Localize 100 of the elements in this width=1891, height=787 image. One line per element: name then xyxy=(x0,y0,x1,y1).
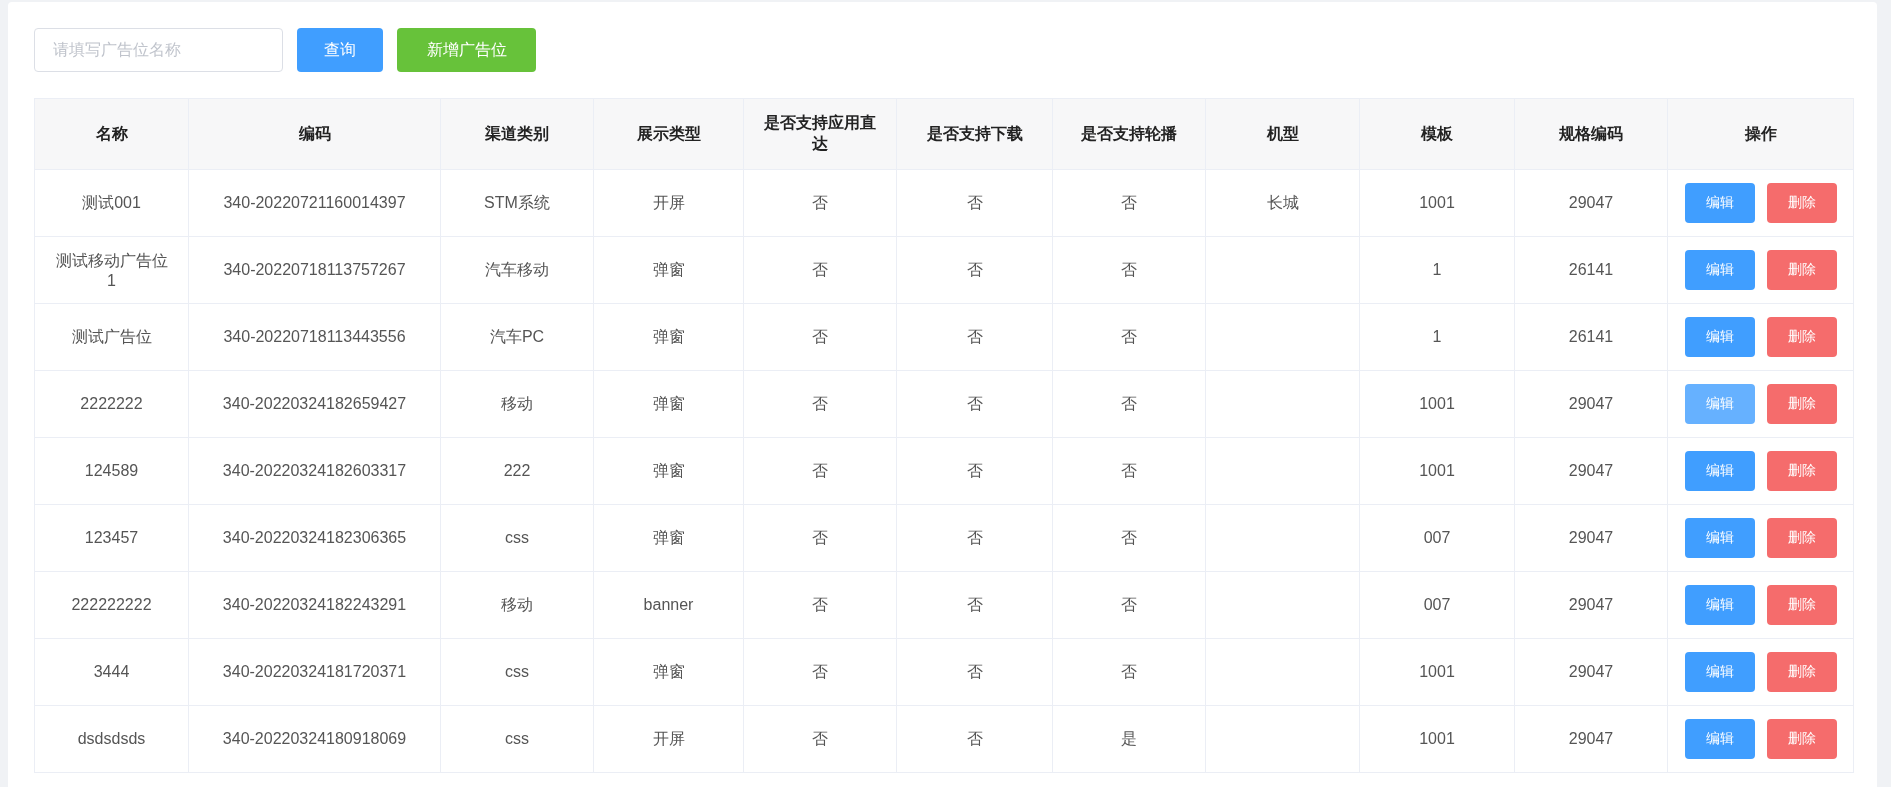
table-cell: 汽车移动 xyxy=(440,236,594,304)
edit-button[interactable]: 编辑 xyxy=(1684,451,1755,491)
delete-button[interactable]: 删除 xyxy=(1766,652,1837,692)
column-header: 渠道类别 xyxy=(440,98,594,170)
table-cell: 340-20220324182659427 xyxy=(188,370,441,438)
table-cell: STM系统 xyxy=(440,169,594,237)
table-cell: 29047 xyxy=(1514,705,1668,773)
table-cell: 007 xyxy=(1359,504,1515,572)
delete-button[interactable]: 删除 xyxy=(1766,451,1837,491)
column-header: 是否支持应用直达 xyxy=(743,98,897,170)
table-cell: 弹窗 xyxy=(593,437,744,505)
edit-button[interactable]: 编辑 xyxy=(1684,518,1755,558)
column-header: 编码 xyxy=(188,98,441,170)
table-cell: 29047 xyxy=(1514,504,1668,572)
table-cell: 开屏 xyxy=(593,169,744,237)
table-cell: 1 xyxy=(1359,236,1515,304)
delete-button[interactable]: 删除 xyxy=(1766,250,1837,290)
edit-button[interactable]: 编辑 xyxy=(1684,585,1755,625)
delete-button[interactable]: 删除 xyxy=(1766,317,1837,357)
search-field[interactable]: 请填写广告位名称 xyxy=(34,28,283,72)
table-cell: 123457 xyxy=(34,504,189,572)
edit-button[interactable]: 编辑 xyxy=(1684,652,1755,692)
column-header: 规格编码 xyxy=(1514,98,1668,170)
table-cell: 124589 xyxy=(34,437,189,505)
table-cell: 340-20220718113757267 xyxy=(188,236,441,304)
table-cell: 否 xyxy=(896,705,1053,773)
table-cell: 否 xyxy=(743,236,897,304)
add-button[interactable]: 新增广告位 xyxy=(397,28,536,72)
table-cell: 340-20220324181720371 xyxy=(188,638,441,706)
table-cell: 3444 xyxy=(34,638,189,706)
table-cell: 否 xyxy=(743,303,897,371)
table-cell: 否 xyxy=(743,638,897,706)
table-cell: dsdsdsds xyxy=(34,705,189,773)
table-cell: 否 xyxy=(896,638,1053,706)
table-cell: 1 xyxy=(1359,303,1515,371)
column-header: 名称 xyxy=(34,98,189,170)
table-cell: 长城 xyxy=(1205,169,1360,237)
table-cell: css xyxy=(440,705,594,773)
table-cell: 开屏 xyxy=(593,705,744,773)
edit-button[interactable]: 编辑 xyxy=(1684,384,1755,424)
table-cell: 否 xyxy=(896,169,1053,237)
table-cell: 1001 xyxy=(1359,638,1515,706)
delete-button[interactable]: 删除 xyxy=(1766,719,1837,759)
column-header: 是否支持下载 xyxy=(896,98,1053,170)
table-cell: 340-20220324182306365 xyxy=(188,504,441,572)
table-cell: 否 xyxy=(743,370,897,438)
table-cell: 测试001 xyxy=(34,169,189,237)
table-cell: 1001 xyxy=(1359,370,1515,438)
edit-button[interactable]: 编辑 xyxy=(1684,183,1755,223)
table-cell: 007 xyxy=(1359,571,1515,639)
table-cell: 移动 xyxy=(440,370,594,438)
delete-button[interactable]: 删除 xyxy=(1766,384,1837,424)
table-cell: 否 xyxy=(743,169,897,237)
table-cell: 否 xyxy=(896,236,1053,304)
table-cell: 否 xyxy=(1052,303,1206,371)
table-cell: 222222222 xyxy=(34,571,189,639)
table-cell: 汽车PC xyxy=(440,303,594,371)
edit-button[interactable]: 编辑 xyxy=(1684,250,1755,290)
table-cell: 否 xyxy=(743,504,897,572)
table-cell: 否 xyxy=(743,705,897,773)
table-cell: 否 xyxy=(1052,571,1206,639)
table-cell: 29047 xyxy=(1514,370,1668,438)
table-cell: 否 xyxy=(1052,370,1206,438)
table-cell: css xyxy=(440,504,594,572)
delete-button[interactable]: 删除 xyxy=(1766,183,1837,223)
table-cell: 222 xyxy=(440,437,594,505)
table-cell: 测试广告位 xyxy=(34,303,189,371)
table-cell: 否 xyxy=(896,303,1053,371)
table-cell: banner xyxy=(593,571,744,639)
edit-button[interactable]: 编辑 xyxy=(1684,317,1755,357)
table-cell: 否 xyxy=(743,571,897,639)
table-cell: 340-20220324182243291 xyxy=(188,571,441,639)
table-cell: 1001 xyxy=(1359,169,1515,237)
table-cell: 否 xyxy=(896,370,1053,438)
column-header: 机型 xyxy=(1205,98,1360,170)
table-cell: 否 xyxy=(1052,504,1206,572)
table-cell: 否 xyxy=(1052,169,1206,237)
edit-button[interactable]: 编辑 xyxy=(1684,719,1755,759)
column-header: 是否支持轮播 xyxy=(1052,98,1206,170)
table-cell: 340-20220718113443556 xyxy=(188,303,441,371)
table-cell: 340-20220324182603317 xyxy=(188,437,441,505)
table-cell: 29047 xyxy=(1514,638,1668,706)
delete-button[interactable]: 删除 xyxy=(1766,518,1837,558)
table-cell: 否 xyxy=(896,437,1053,505)
table-cell: 340-20220721160014397 xyxy=(188,169,441,237)
table-cell: 否 xyxy=(743,437,897,505)
column-header: 操作 xyxy=(1667,98,1854,170)
column-header: 展示类型 xyxy=(593,98,744,170)
table-cell: 26141 xyxy=(1514,236,1668,304)
delete-button[interactable]: 删除 xyxy=(1766,585,1837,625)
table-cell: 否 xyxy=(896,504,1053,572)
table-cell: 1001 xyxy=(1359,437,1515,505)
query-button[interactable]: 查询 xyxy=(297,28,383,72)
table-cell: 29047 xyxy=(1514,571,1668,639)
table-cell: 否 xyxy=(1052,236,1206,304)
table-cell: 否 xyxy=(1052,638,1206,706)
table-cell: 移动 xyxy=(440,571,594,639)
table-cell: 1001 xyxy=(1359,705,1515,773)
table-cell: 弹窗 xyxy=(593,303,744,371)
table-cell: 弹窗 xyxy=(593,638,744,706)
